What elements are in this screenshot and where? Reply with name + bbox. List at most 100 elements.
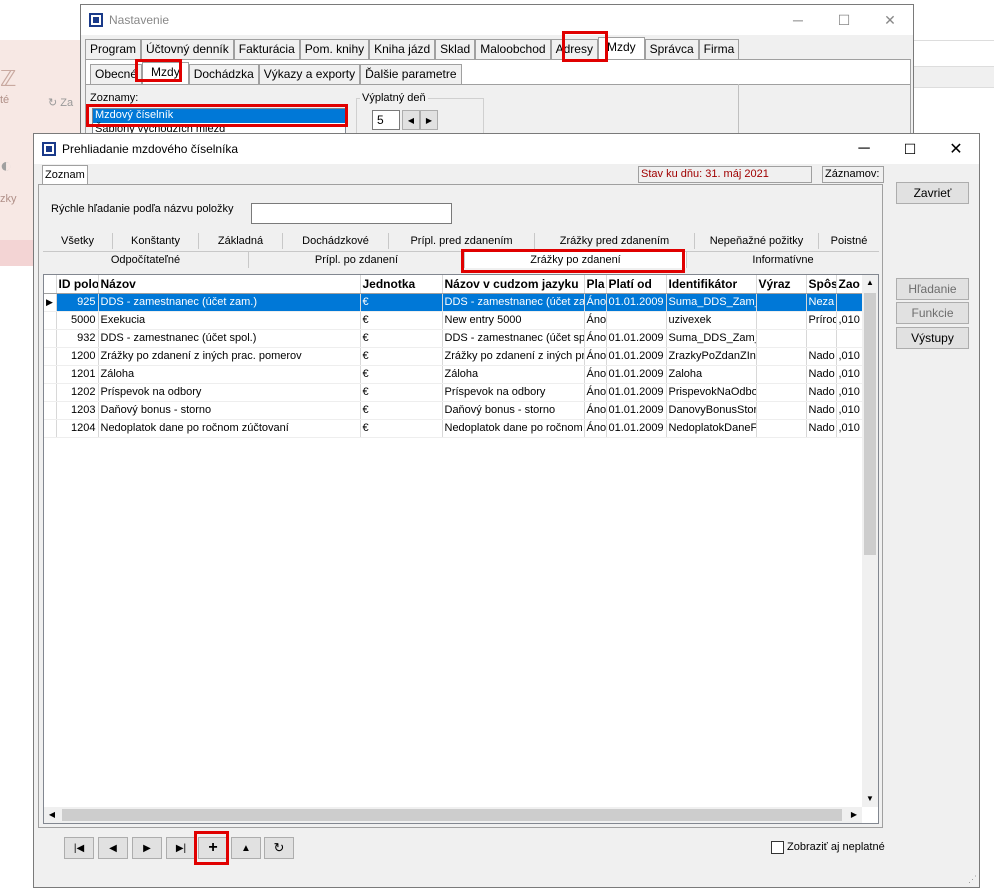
close-icon[interactable]: ✕ <box>933 134 979 164</box>
table-row[interactable]: 1202 Príspevok na odbory € Príspevok na … <box>44 383 864 402</box>
zoznamy-item[interactable]: Mzdový číselník <box>93 109 345 123</box>
hscroll-thumb[interactable] <box>62 809 842 821</box>
filter-tab-vsetky[interactable]: Všetky <box>43 233 113 249</box>
spin-left-icon[interactable]: ◀ <box>402 110 420 130</box>
cell-name: Zrážky po zdanení z iných prac. pomerov <box>98 347 361 366</box>
menu-tab-adresy[interactable]: Adresy <box>550 39 598 59</box>
filter-tab-dochadzkove[interactable]: Dochádzkové <box>283 233 389 249</box>
cell-unit: € <box>360 365 443 384</box>
cell-foreign-name: Príspevok na odbory <box>442 383 585 402</box>
column-header[interactable]: Zao <box>836 275 864 294</box>
column-header[interactable]: Pla <box>584 275 607 294</box>
menu-tab-mzdy[interactable]: Mzdy <box>597 37 645 59</box>
search-button[interactable]: Hľadanie <box>896 278 969 300</box>
nastavenie-titlebar: Nastavenie ─ ☐ ✕ <box>81 5 913 35</box>
cell-unit: € <box>360 347 443 366</box>
column-header[interactable]: Identifikátor <box>666 275 757 294</box>
sub-tab-obecne[interactable]: Obecné <box>90 64 143 84</box>
column-header[interactable]: Platí od <box>606 275 667 294</box>
filter-tab-informativne[interactable]: Informatívne <box>687 252 879 268</box>
close-icon[interactable]: ✕ <box>867 5 913 35</box>
functions-button[interactable]: Funkcie <box>896 302 969 324</box>
filter-tab-zrazky-pred[interactable]: Zrážky pred zdanením <box>535 233 695 249</box>
filter-tab-konstanty[interactable]: Konštanty <box>113 233 199 249</box>
table-row[interactable]: 932 DDS - zamestnanec (účet spol.) € DDS… <box>44 329 864 348</box>
cell-method: Nado <box>806 347 837 366</box>
sub-tab-vykazy[interactable]: Výkazy a exporty <box>258 64 361 84</box>
column-header[interactable]: Jednotka <box>360 275 443 294</box>
maximize-icon[interactable]: ☐ <box>821 5 867 35</box>
table-row[interactable]: 1204 Nedoplatok dane po ročnom zúčtovaní… <box>44 419 864 438</box>
outputs-button[interactable]: Výstupy <box>896 327 969 349</box>
scroll-up-icon[interactable]: ▲ <box>862 275 878 291</box>
mzdovy-ciselnik-window: Prehliadanie mzdového číselníka ─ ☐ ✕ Zo… <box>33 133 980 888</box>
add-record-icon[interactable]: + <box>198 837 228 859</box>
table-row[interactable]: 1200 Zrážky po zdanení z iných prac. pom… <box>44 347 864 366</box>
first-record-icon[interactable]: |◀ <box>64 837 94 859</box>
refresh-icon[interactable]: ↻ <box>264 837 294 859</box>
close-button[interactable]: Zavrieť <box>896 182 969 204</box>
sub-tab-dochadzka[interactable]: Dochádzka <box>188 64 259 84</box>
bg-fragment-2: zky <box>0 193 17 205</box>
menu-tab-uctovny-dennik[interactable]: Účtovný denník <box>141 39 234 59</box>
filter-tabs: Všetky Konštanty Základná Dochádzkové Pr… <box>43 233 879 269</box>
filter-tab-pripl-pred[interactable]: Prípl. pred zdanením <box>389 233 535 249</box>
scroll-right-icon[interactable]: ▶ <box>846 807 862 823</box>
scroll-down-icon[interactable]: ▼ <box>862 791 878 807</box>
sub-tab-dalsie[interactable]: Ďalšie parametre <box>360 64 462 84</box>
minimize-icon[interactable]: ─ <box>775 5 821 35</box>
column-header[interactable]: Spôs <box>806 275 837 294</box>
column-header[interactable]: Výraz <box>756 275 807 294</box>
table-row[interactable]: 1201 Záloha € Záloha Áno 01.01.2009 Zalo… <box>44 365 864 384</box>
cell-rounding <box>836 293 864 312</box>
sub-tab-mzdy[interactable]: Mzdy <box>142 62 189 84</box>
table-row[interactable]: ▶ 925 DDS - zamestnanec (účet zam.) € DD… <box>44 293 864 312</box>
cell-foreign-name: Záloha <box>442 365 585 384</box>
column-header[interactable]: Názov <box>98 275 361 294</box>
filter-tab-odpocitatelne[interactable]: Odpočítateľné <box>43 252 249 268</box>
maximize-icon[interactable]: ☐ <box>887 134 933 164</box>
vertical-scrollbar[interactable]: ▲ ▼ <box>862 275 878 807</box>
bg-icon: ◐ <box>0 155 13 177</box>
column-header[interactable]: ID polo <box>56 275 99 294</box>
filter-tab-zakladna[interactable]: Základná <box>199 233 283 249</box>
tab-zoznam[interactable]: Zoznam <box>42 165 88 185</box>
next-record-icon[interactable]: ▶ <box>132 837 162 859</box>
cell-expression <box>756 383 807 402</box>
filter-tab-zrazky-po[interactable]: Zrážky po zdanení <box>465 252 687 268</box>
vyplatny-den-input[interactable]: 5 <box>372 110 400 130</box>
menu-tab-firma[interactable]: Firma <box>698 39 740 59</box>
filter-tabs-row2: Odpočítateľné Prípl. po zdanení Zrážky p… <box>43 251 879 269</box>
table-row[interactable]: 1203 Daňový bonus - storno € Daňový bonu… <box>44 401 864 420</box>
search-input[interactable] <box>251 203 452 224</box>
scroll-left-icon[interactable]: ◀ <box>44 807 60 823</box>
show-invalid-checkbox[interactable] <box>771 841 784 854</box>
last-record-icon[interactable]: ▶| <box>166 837 196 859</box>
cell-valid-from: 01.01.2009 <box>606 419 667 438</box>
filter-tab-pripl-po[interactable]: Prípl. po zdanení <box>249 252 465 268</box>
menu-tab-spravca[interactable]: Správca <box>644 39 699 59</box>
minimize-icon[interactable]: ─ <box>841 134 887 164</box>
prev-record-icon[interactable]: ◀ <box>98 837 128 859</box>
move-up-icon[interactable]: ▲ <box>231 837 261 859</box>
column-header[interactable]: Názov v cudzom jazyku <box>442 275 585 294</box>
resize-grip-icon[interactable]: ⋰ <box>968 874 977 885</box>
bg-band-right <box>914 66 994 88</box>
menu-tab-maloobchod[interactable]: Maloobchod <box>475 39 551 59</box>
cell-rounding: ,010 <box>836 365 864 384</box>
menu-tab-program[interactable]: Program <box>85 39 142 59</box>
menu-tab-sklad[interactable]: Sklad <box>435 39 476 59</box>
filter-tab-poistne[interactable]: Poistné <box>819 233 879 249</box>
app-icon <box>42 142 56 156</box>
scroll-thumb[interactable] <box>864 293 876 555</box>
table-row[interactable]: 5000 Exekucia € New entry 5000 Áno uzive… <box>44 311 864 330</box>
horizontal-scrollbar[interactable]: ◀ ▶ <box>44 807 862 823</box>
row-indicator <box>44 401 57 420</box>
nastavenie-content: Obecné Mzdy Dochádzka Výkazy a exporty Ď… <box>85 59 911 143</box>
filter-tab-nepenazne[interactable]: Nepeňažné požitky <box>695 233 819 249</box>
menu-tab-pom-knihy[interactable]: Pom. knihy <box>299 39 370 59</box>
menu-tab-kniha-jazd[interactable]: Kniha jázd <box>369 39 436 59</box>
spin-right-icon[interactable]: ▶ <box>420 110 438 130</box>
menu-tab-fakturacia[interactable]: Fakturácia <box>233 39 300 59</box>
data-grid[interactable]: ID polo Názov Jednotka Názov v cudzom ja… <box>43 274 879 824</box>
